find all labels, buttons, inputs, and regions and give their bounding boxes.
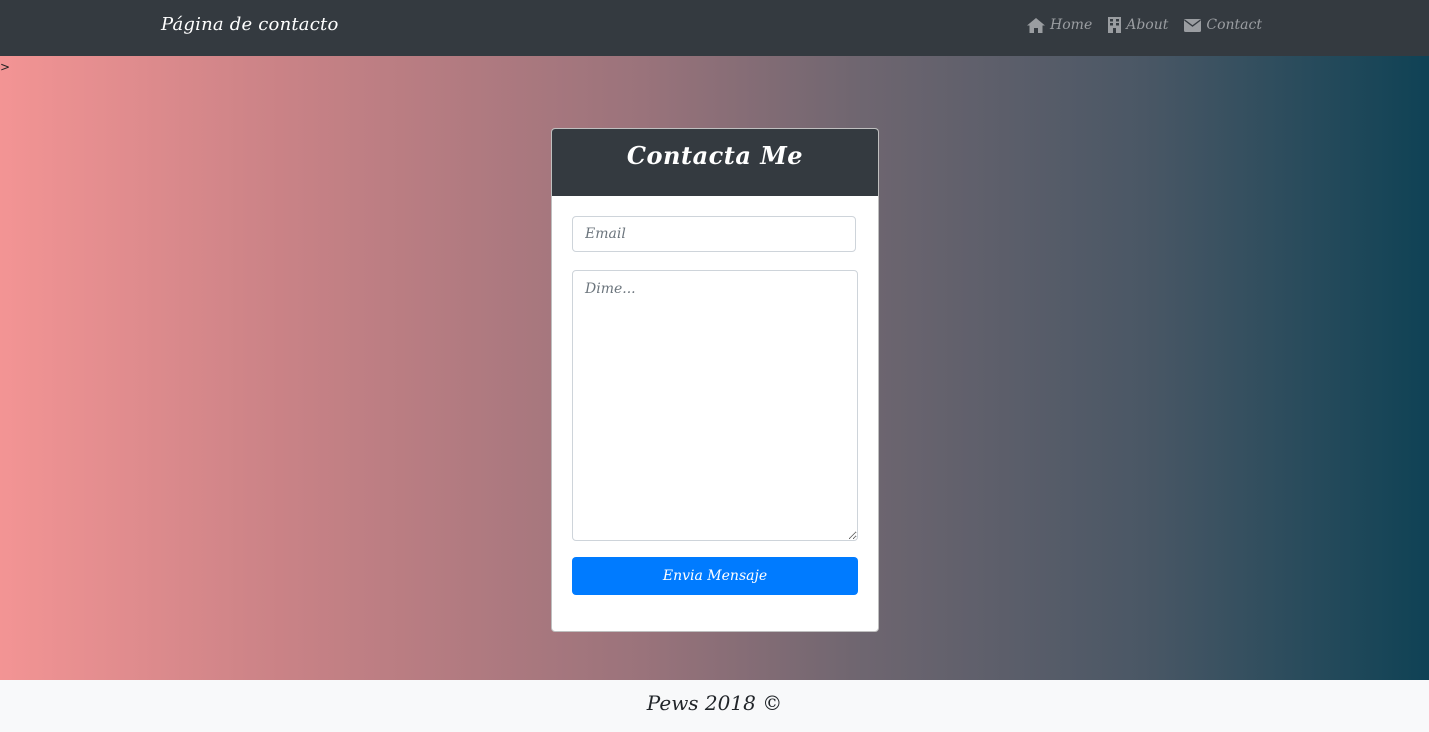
email-input[interactable] [572,216,856,252]
card-title: Contacta Me [626,141,804,170]
envelope-icon [1184,18,1202,32]
nav-link-about[interactable]: About [1108,17,1168,33]
main-section: > Contacta Me Envia Mensaje [0,56,1429,680]
card-header: Contacta Me [552,129,878,196]
contact-card: Contacta Me Envia Mensaje [551,128,879,632]
nav-link-label: Contact [1206,17,1262,33]
home-icon [1027,17,1046,33]
footer: Pews 2018 © [0,680,1429,732]
nav-link-contact[interactable]: Contact [1184,17,1262,33]
message-textarea[interactable] [572,270,858,541]
nav-link-label: About [1126,17,1169,33]
nav-link-home[interactable]: Home [1027,17,1092,33]
brand-link[interactable]: Página de contacto [161,14,338,35]
send-message-button[interactable]: Envia Mensaje [572,557,858,595]
nav-link-label: Home [1050,17,1093,33]
footer-text: Pews 2018 © [646,691,783,715]
stray-text: > [0,60,11,74]
building-icon [1108,17,1122,33]
navbar: Página de contacto Home About Contact [0,0,1429,56]
nav-links: Home About Contact [1027,17,1262,33]
